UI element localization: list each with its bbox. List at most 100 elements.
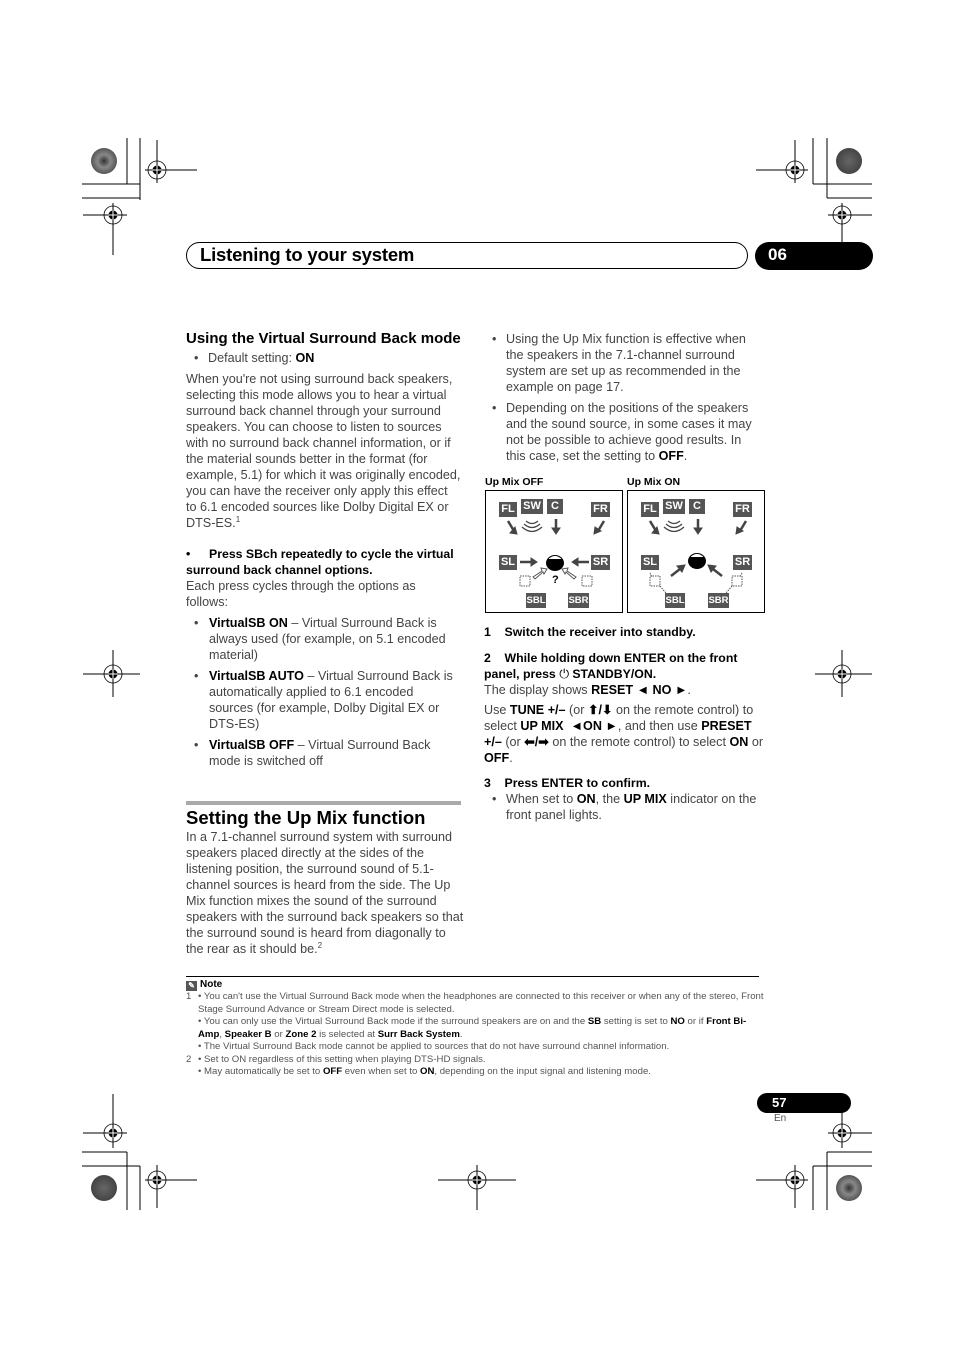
upmix-steps: 1 Switch the receiver into standby. 2 Wh… [484,624,764,823]
display-shows: The display shows RESET ◄ NO ►. [484,683,691,697]
text: or [748,735,767,749]
vsb-intro-text: When you're not using surround back spea… [186,372,461,530]
speaker-fr: FR [591,502,610,517]
term: Zone 2 [285,1028,317,1040]
option-name: VirtualSB ON [209,616,288,630]
footnote-text: • You can't use the Virtual Surround Bac… [198,991,764,1015]
speaker-sw: SW [663,499,685,514]
left-column: Using the Virtual Surround Back mode Def… [186,329,461,769]
upmix-intro-text: In a 7.1-channel surround system with su… [186,830,464,956]
vsb-option: VirtualSB ON – Virtual Surround Back is … [186,615,461,663]
print-crop-marks [82,138,872,1210]
text: or if [684,1016,707,1027]
step-2-text-end: STANDBY/ON. [568,667,657,681]
crop-mark-top-left [82,138,197,255]
speaker-sbr: SBR [568,593,589,608]
term: OFF [322,1066,343,1077]
language-code: En [774,1113,787,1124]
pencil-icon: ✎ [186,981,197,991]
upmix-heading: Setting the Up Mix function [186,807,426,828]
page-number: 57 [772,1095,787,1110]
speaker-sbl: SBL [665,593,685,608]
footnote-text: • Set to ON regardless of this setting w… [198,1053,486,1065]
text: on the remote control) to select [548,735,730,749]
text: Use [484,703,510,717]
default-setting-value: ON [295,351,315,365]
text: , depending on the input signal and list… [434,1066,651,1077]
text: (or [565,703,588,717]
up-down-arrow-icon: ⬆/⬇ [587,703,613,717]
text: even when set to [342,1066,420,1077]
notes-rule [186,976,759,977]
speaker-sr: SR [733,555,752,570]
text: setting is set to [601,1016,671,1027]
power-icon: ⏻ [559,667,569,681]
term: ON [420,1066,435,1077]
vsb-instruction-text: Press SBch repeatedly to cycle the virtu… [186,547,454,577]
vsb-heading: Using the Virtual Surround Back mode [186,330,461,347]
display-label: The display shows [484,683,592,697]
text: When set to [506,792,577,806]
footnote-ref-2: 2 [317,940,323,950]
cycle-text: Each press cycles through the options as… [186,579,416,609]
on-value: ON [729,735,749,749]
text: is selected at [316,1028,378,1040]
option-name: VirtualSB OFF [209,738,295,752]
on-value: ON [576,792,596,806]
footnote-2: 2 • Set to ON regardless of this setting… [186,1054,766,1079]
text: • You can only use the Virtual Surround … [198,1016,588,1027]
text: • May automatically be set to [198,1066,323,1077]
footnote-text: • You can only use the Virtual Surround … [198,1016,766,1041]
bullet-bold: OFF [658,449,684,463]
vsb-instruction: • Press SBch repeatedly to cycle the virt… [186,546,461,578]
step-3: 3 Press ENTER to confirm. [484,776,651,790]
default-setting: Default setting: ON [186,350,461,366]
crop-mark-mid-left [83,650,140,697]
tune-instructions: Use TUNE +/– (or ⬆/⬇ on the remote contr… [484,702,764,766]
term: Speaker B [224,1028,272,1040]
notes-title: Note [200,979,223,990]
upmix-off-diagram: ? FL SW C FR SL SR SBL SBR [485,490,623,613]
footnote-1: 1 • You can't use the Virtual Surround B… [186,991,766,1054]
upmix-section: Setting the Up Mix function In a 7.1-cha… [186,807,466,957]
speaker-sl: SL [641,555,659,570]
text: . [509,751,513,765]
upmix-indicator: UP MIX [623,792,667,806]
vsb-intro: When you're not using surround back spea… [186,371,461,531]
speaker-sr: SR [591,555,610,570]
default-setting-label: Default setting: [208,351,296,365]
footnote-number: 1 [186,991,192,1002]
chapter-number: 06 [768,245,787,264]
unknown-direction-mark: ? [552,574,559,586]
notes-section: ✎ Note 1 • You can't use the Virtual Surr… [186,978,766,1079]
option-name: VirtualSB AUTO [209,669,304,683]
instruction-bullet: • [186,547,191,561]
speaker-sw: SW [521,499,543,514]
step-1: 1 Switch the receiver into standby. [484,625,696,639]
vsb-option: VirtualSB OFF – Virtual Surround Back mo… [186,737,461,769]
right-column: Using the Up Mix function is effective w… [484,331,760,464]
off-value: OFF [484,751,510,765]
footnote-text: • May automatically be set to OFF even w… [198,1066,766,1079]
step-2: 2 While holding down ENTER on the front … [484,650,764,682]
term: NO [670,1016,685,1027]
upmix-intro: In a 7.1-channel surround system with su… [186,829,466,957]
text: , the [595,792,624,806]
tune-key: TUNE +/– [509,703,566,717]
bullet-text: Depending on the positions of the speake… [506,401,752,463]
display-value: RESET ◄ NO ► [591,683,688,697]
speaker-sl: SL [499,555,517,570]
crop-mark-mid-right [815,650,872,697]
upmix-on-diagram: FL SW C FR SL SR SBL SBR [627,490,765,613]
term: Surr Back System [377,1028,460,1040]
upmix-note-bullet: Depending on the positions of the speake… [484,400,760,464]
text: , and then use [617,719,702,733]
speaker-fr: FR [733,502,752,517]
crop-mark-top-right [756,138,872,255]
vsb-options-list: VirtualSB ON – Virtual Surround Back is … [186,615,461,769]
upmix-display-value: UP MIX ◄ON ► [520,719,618,733]
text: or [271,1028,286,1040]
text: (or [501,735,525,749]
speaker-sbl: SBL [526,593,546,608]
left-right-arrow-icon: ⬅/➡ [524,735,549,749]
